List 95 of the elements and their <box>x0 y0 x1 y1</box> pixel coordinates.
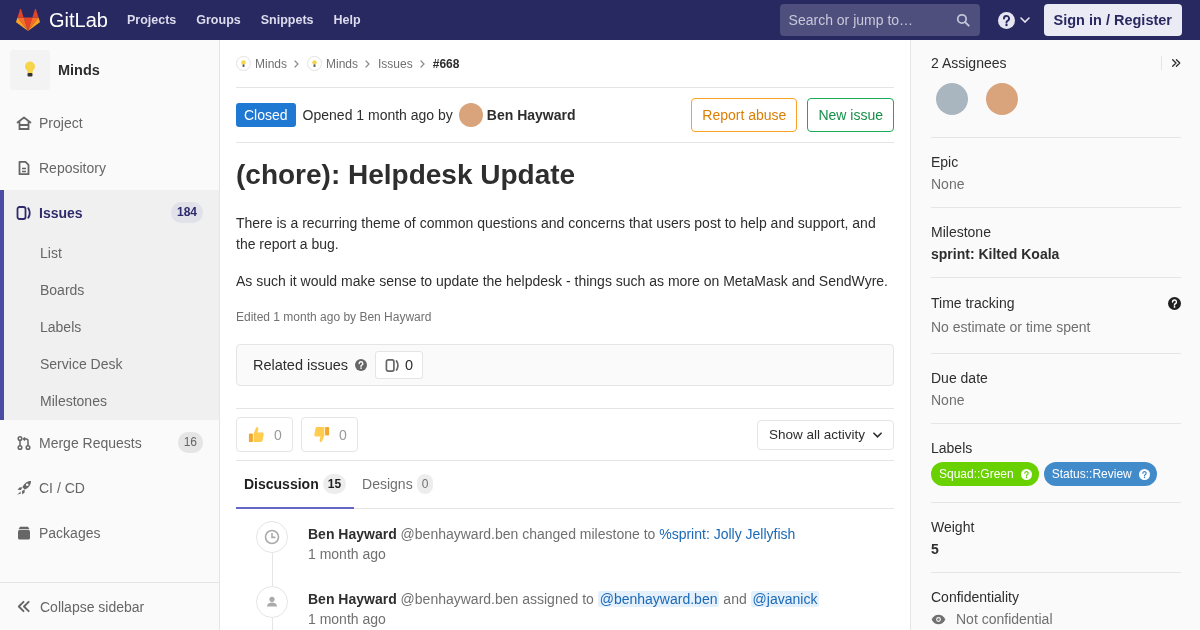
sidebar-item[interactable]: Project <box>0 100 219 145</box>
issue-title: (chore): Helpdesk Update <box>236 158 577 192</box>
user-mention-link[interactable]: @benhayward.ben <box>597 591 720 607</box>
activity-filter-dropdown[interactable]: Show all activity <box>756 419 894 450</box>
rocket-icon <box>16 479 32 496</box>
sidebar-subitem[interactable]: Milestones <box>0 383 219 420</box>
help-icon[interactable] <box>1168 296 1181 310</box>
related-issues-title: Related issues <box>253 357 349 373</box>
tab[interactable]: Designs 0 <box>354 461 442 509</box>
sidebar-subitem[interactable]: List <box>0 235 219 272</box>
chevron-down-icon <box>873 431 882 438</box>
issue-meta-text: Opened 1 month ago by <box>302 107 453 123</box>
thumbs-down-icon <box>312 425 332 444</box>
sidebar-item[interactable]: Repository <box>0 145 219 190</box>
merge-request-icon <box>16 434 32 451</box>
count-badge: 184 <box>170 202 203 223</box>
section-title: 2 Assignees <box>931 54 1007 73</box>
section-value: sprint: Kilted Koala <box>931 245 1061 264</box>
breadcrumb-link[interactable]: Minds <box>236 56 287 71</box>
section-value: No estimate or time spent <box>931 318 1092 337</box>
help-icon <box>1020 468 1032 480</box>
section-title: Weight <box>931 518 976 537</box>
breadcrumb-link[interactable]: #668 <box>432 56 460 71</box>
breadcrumb-link[interactable]: Minds <box>307 56 359 71</box>
new-issue-button[interactable]: New issue <box>807 98 894 132</box>
thumbs-up-icon <box>247 425 267 444</box>
section-title: Labels <box>931 439 974 458</box>
lightbulb-icon <box>307 56 322 71</box>
section-value: Not confidential <box>956 610 1053 629</box>
sidebar-subitem[interactable]: Service Desk <box>0 346 219 383</box>
section-title: Epic <box>931 153 960 172</box>
system-note: Ben Hayward @benhayward.ben assigned to @benhayward.ben and @javanick <box>308 590 820 609</box>
section-value: 5 <box>931 540 940 559</box>
author-link[interactable]: Ben Hayward <box>486 107 576 123</box>
sidebar-item[interactable]: Issues 184 <box>0 190 219 235</box>
double-chevron-right-icon[interactable] <box>1171 58 1181 68</box>
chevron-right-icon <box>294 59 299 68</box>
document-icon <box>16 159 32 176</box>
description-paragraph: There is a recurring theme of common questions and concerns that users post to help and support, and the report a bug. <box>236 214 877 254</box>
breadcrumb-link[interactable]: Issues <box>378 56 413 71</box>
issues-icon <box>16 204 32 221</box>
chevron-right-icon <box>419 59 425 68</box>
home-icon <box>16 114 32 131</box>
description-paragraph: As such it would make sense to update the helpdesk - things such as more on MetaMask and SendWyre. <box>236 272 889 291</box>
award-button[interactable]: 0 <box>301 417 358 452</box>
status-badge: Closed <box>236 103 296 127</box>
help-icon <box>997 11 1015 29</box>
section-title: Milestone <box>931 223 992 242</box>
help-icon <box>1138 468 1150 480</box>
section-value: None <box>931 175 966 194</box>
clock-icon <box>256 521 288 553</box>
nav-link[interactable]: Projects <box>126 13 177 27</box>
sidebar-subitem[interactable]: Labels <box>0 309 219 346</box>
eye-icon <box>931 613 946 625</box>
system-note: Ben Hayward @benhayward.ben changed milestone to %sprint: Jolly Jellyfish <box>308 525 796 544</box>
sidebar-subitem[interactable]: Boards <box>0 272 219 309</box>
report-abuse-button[interactable]: Report abuse <box>691 98 798 132</box>
tab[interactable]: Discussion 15 <box>236 461 355 509</box>
project-name[interactable]: Minds <box>58 62 100 78</box>
edited-note: Edited 1 month ago by Ben Hayward <box>236 309 433 326</box>
count-badge: 16 <box>177 432 203 453</box>
chevron-down-icon <box>1019 17 1030 23</box>
chevron-right-icon <box>365 59 371 68</box>
count-badge: 15 <box>322 474 347 494</box>
help-dropdown[interactable] <box>997 11 1030 29</box>
count-badge: 0 <box>416 474 434 494</box>
sidebar-item[interactable]: Merge Requests 16 <box>0 420 219 465</box>
nav-link[interactable]: Groups <box>196 13 241 27</box>
milestone-link[interactable]: %sprint: Jolly Jellyfish <box>659 526 796 542</box>
sidebar-item[interactable]: Packages <box>0 510 219 555</box>
user-icon <box>256 586 288 618</box>
user-mention-link[interactable]: @javanick <box>750 591 820 607</box>
lightbulb-icon <box>236 56 251 71</box>
note-timestamp: 1 month ago <box>308 546 387 563</box>
logo-icon <box>16 9 40 31</box>
section-title: Due date <box>931 369 989 388</box>
search-field[interactable]: Search or jump to… <box>779 4 980 36</box>
sidebar-item[interactable]: CI / CD <box>0 465 219 510</box>
nav-link[interactable]: Snippets <box>260 13 314 27</box>
home-link[interactable]: GitLab <box>16 8 108 32</box>
package-icon <box>16 524 32 541</box>
sign-in-button[interactable]: Sign in / Register <box>1043 4 1182 36</box>
search-icon <box>955 13 970 27</box>
issue-count: 0 <box>405 357 414 373</box>
section-title: Time tracking <box>931 294 1015 313</box>
label-link[interactable]: Status::Review <box>1043 462 1157 486</box>
award-button[interactable]: 0 <box>236 417 293 452</box>
note-timestamp: 1 month ago <box>308 611 387 628</box>
section-title: Confidentiality <box>931 588 1020 607</box>
double-chevron-left-icon <box>16 599 31 614</box>
section-value: None <box>931 391 966 410</box>
nav-link[interactable]: Help <box>333 13 361 27</box>
lightbulb-icon <box>10 50 50 90</box>
user-avatar <box>458 103 483 127</box>
issues-icon <box>385 357 401 373</box>
